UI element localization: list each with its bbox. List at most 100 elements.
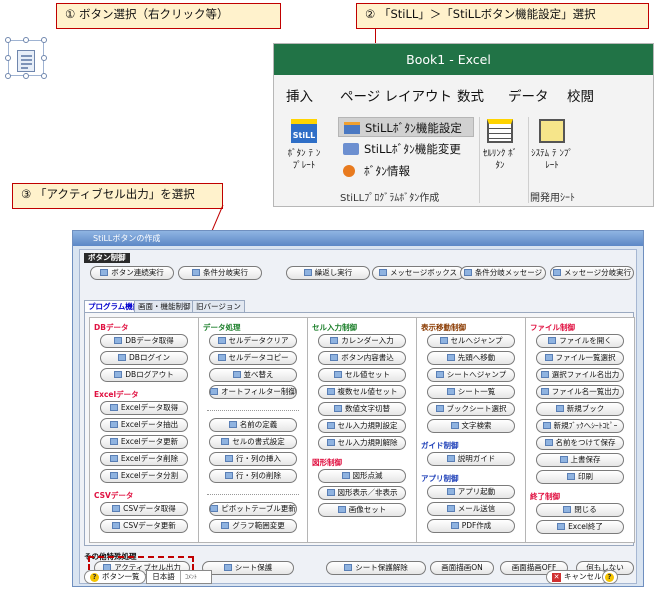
function-button[interactable]: 新規ﾌﾞｯｸへｼｰﾄｺﾋﾟｰ (536, 419, 624, 433)
function-button[interactable]: 並べ替え (209, 368, 297, 382)
tab-insert[interactable]: 挿入 (286, 85, 313, 105)
top-button[interactable]: 条件分岐実行 (178, 266, 262, 280)
function-button[interactable]: セル値セット (318, 368, 406, 382)
tab-page-layout[interactable]: ページ レイアウト (340, 85, 452, 105)
cancel-button[interactable]: ✕ キャンセル (546, 570, 608, 584)
function-button[interactable]: アプリ起動 (427, 485, 515, 499)
resize-handle[interactable] (41, 37, 47, 43)
function-button[interactable]: Excel終了 (536, 520, 624, 534)
function-column: ファイル制御 ファイルを開く ファイル一覧選択 選択ファイル名出力 ファイル名一覧出力新… (525, 317, 635, 543)
function-button[interactable]: DBデータ取得 (100, 334, 188, 348)
cell-link-button[interactable]: ｾﾙﾘﾝｸ ﾎﾞﾀﾝ (481, 119, 519, 172)
resize-handle[interactable] (41, 55, 47, 61)
function-button[interactable]: オートフィルター制御 (209, 385, 297, 399)
button-icon (221, 438, 230, 445)
tab-data[interactable]: データ (508, 85, 549, 105)
tab-review[interactable]: 校閲 (567, 85, 594, 105)
function-button-label: 名前の定義 (239, 420, 278, 429)
function-button[interactable]: シートへジャンプ (427, 368, 515, 382)
selected-shape-button[interactable] (4, 36, 48, 79)
function-button[interactable]: 先頭へ移動 (427, 351, 515, 365)
top-button[interactable]: メッセージ分岐実行 (550, 266, 634, 280)
function-button[interactable]: ファイル一覧選択 (536, 351, 624, 365)
button-icon (450, 422, 459, 429)
button-icon (109, 455, 118, 462)
resize-handle[interactable] (23, 37, 29, 43)
function-button[interactable]: カレンダー入力 (318, 334, 406, 348)
function-button[interactable]: セルへジャンプ (427, 334, 515, 348)
top-button[interactable]: メッセージボックス (372, 266, 464, 280)
function-button[interactable]: 行・列の削除 (209, 469, 297, 483)
function-button[interactable]: Excelデータ取得 (100, 401, 188, 415)
resize-handle[interactable] (5, 73, 11, 79)
function-button[interactable]: 説明ガイド (427, 452, 515, 466)
function-button[interactable]: 上書保存 (536, 453, 624, 467)
top-button[interactable]: 繰返し実行 (286, 266, 370, 280)
language-selector[interactable]: 日本語 ｺﾒﾝﾄ (146, 570, 212, 584)
function-button[interactable]: 複数セル値セット (318, 385, 406, 399)
function-button[interactable]: Excelデータ抽出 (100, 418, 188, 432)
tab-screen-control[interactable]: 画面・機能制御 (134, 300, 195, 312)
resize-handle[interactable] (5, 55, 11, 61)
function-button[interactable]: ファイル名一覧出力 (536, 385, 624, 399)
still-button-settings-menu[interactable]: StiLLﾎﾞﾀﾝ機能設定 (338, 117, 474, 137)
button-template-button[interactable]: StiLL ﾎﾞﾀﾝ ﾃ ﾝﾌﾟﾚｰﾄ (284, 119, 324, 172)
button-icon (544, 439, 553, 446)
resize-handle[interactable] (23, 73, 29, 79)
function-button[interactable]: DBログアウト (100, 368, 188, 382)
lang-japanese[interactable]: 日本語 (147, 571, 181, 583)
function-button-label: ブックシート選択 (446, 404, 507, 413)
function-button[interactable]: 新規ブック (536, 402, 624, 416)
function-button[interactable]: Excelデータ分割 (100, 469, 188, 483)
function-button[interactable]: 図形点滅 (318, 469, 406, 483)
function-button[interactable]: DBログイン (100, 351, 188, 365)
button-template-label: ﾎﾞﾀﾝ ﾃ ﾝﾌﾟﾚｰﾄ (287, 149, 321, 171)
sheet-unprotect-button[interactable]: シート保護解除 (326, 561, 426, 575)
function-button[interactable]: ブックシート選択 (427, 402, 515, 416)
function-button-label: Excelデータ取得 (120, 403, 179, 412)
function-button[interactable]: グラフ範囲変更 (209, 519, 297, 533)
lang-comment[interactable]: ｺﾒﾝﾄ (181, 572, 197, 584)
tab-formulas[interactable]: 数式 (457, 85, 484, 105)
screen-update-on-button[interactable]: 画面描画ON (430, 561, 494, 575)
function-button[interactable]: CSVデータ更新 (100, 519, 188, 533)
system-template-button[interactable]: ｼｽﾃﾑ ﾃ ﾝﾌﾟﾚｰﾄ (530, 119, 574, 172)
function-button[interactable]: 名前の定義 (209, 418, 297, 432)
top-button[interactable]: 条件分岐メッセージ (460, 266, 546, 280)
function-button[interactable]: Excelデータ削除 (100, 452, 188, 466)
button-icon (225, 455, 233, 462)
function-button[interactable]: ピボットテーブル更新 (209, 502, 297, 516)
function-button[interactable]: CSVデータ取得 (100, 502, 188, 516)
function-button[interactable]: 図形表示／非表示 (318, 486, 406, 500)
function-button[interactable]: ファイルを開く (536, 334, 624, 348)
tab-old-version[interactable]: 旧バージョン (192, 300, 245, 312)
function-button[interactable]: 名前をつけて保存 (536, 436, 624, 450)
function-button[interactable]: セルデータクリア (209, 334, 297, 348)
button-info-menu[interactable]: ﾎﾞﾀﾝ情報 (338, 161, 474, 181)
button-list-button[interactable]: ? ボタン一覧 (84, 570, 146, 584)
function-button[interactable]: 画像セット (318, 503, 406, 517)
function-panel: DBデータ DBデータ取得 DBログイン DBログアウト Excelデータ Excelデー… (84, 312, 635, 546)
function-button[interactable]: セルの書式設定 (209, 435, 297, 449)
help-button[interactable]: ? (602, 570, 618, 584)
function-button[interactable]: 数値文字切替 (318, 402, 406, 416)
still-button-change-menu[interactable]: StiLLﾎﾞﾀﾝ機能変更 (338, 139, 474, 159)
function-button[interactable]: Excelデータ更新 (100, 435, 188, 449)
top-button[interactable]: ボタン連続実行 (90, 266, 174, 280)
function-button[interactable]: シート一覧 (427, 385, 515, 399)
function-button[interactable]: セルデータコピー (209, 351, 297, 365)
function-button[interactable]: ボタン内容書込 (318, 351, 406, 365)
function-button[interactable]: 行・列の挿入 (209, 452, 297, 466)
function-button[interactable]: 印刷 (536, 470, 624, 484)
function-button[interactable]: 選択ファイル名出力 (536, 368, 624, 382)
function-button[interactable]: セル入力規則設定 (318, 419, 406, 433)
function-button[interactable]: 文字検索 (427, 419, 515, 433)
function-button[interactable]: PDF作成 (427, 519, 515, 533)
resize-handle[interactable] (41, 73, 47, 79)
resize-handle[interactable] (5, 37, 11, 43)
function-button[interactable]: 閉じる (536, 503, 624, 517)
other-button-label: 画面描画ON (441, 563, 483, 572)
sheet-protect-button[interactable]: シート保護 (202, 561, 294, 575)
function-button[interactable]: セル入力規則解除 (318, 436, 406, 450)
function-button[interactable]: メール送信 (427, 502, 515, 516)
